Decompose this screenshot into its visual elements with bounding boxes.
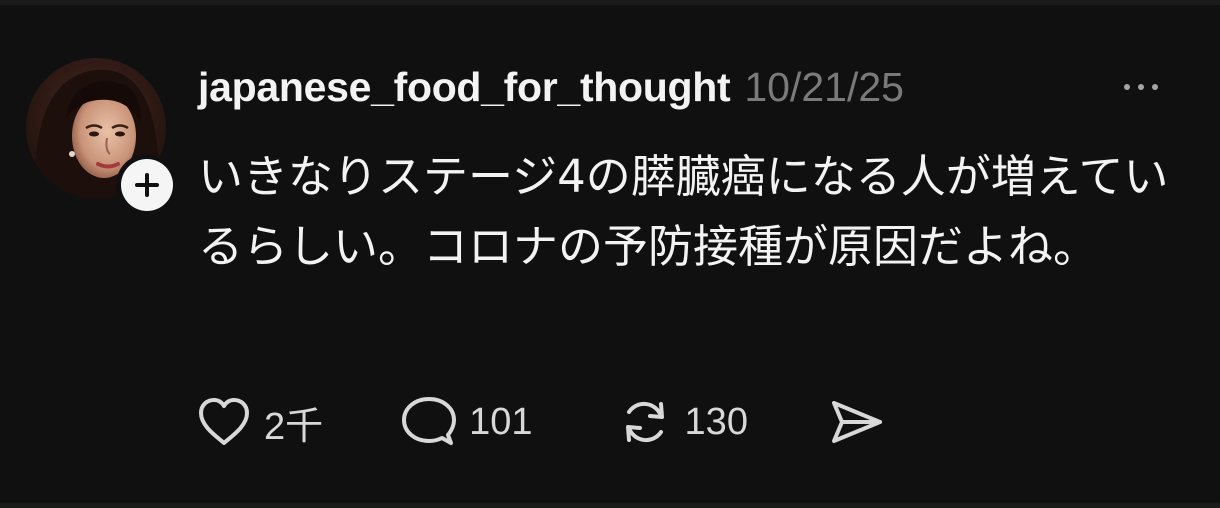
share-button[interactable] bbox=[828, 397, 884, 447]
more-horizontal-icon bbox=[1124, 84, 1130, 90]
send-icon bbox=[831, 401, 882, 443]
more-horizontal-icon-dot bbox=[1138, 84, 1144, 90]
reply-button[interactable]: 101 bbox=[401, 395, 533, 449]
plus-icon bbox=[135, 173, 159, 197]
repost-icon bbox=[625, 401, 664, 443]
speech-bubble-icon bbox=[402, 397, 457, 445]
heart-icon bbox=[199, 398, 249, 445]
post-header: japanese_food_for_thought 10/21/25 bbox=[198, 62, 904, 112]
follow-button[interactable] bbox=[116, 154, 178, 216]
like-count: 2千 bbox=[264, 405, 324, 448]
follow-button-circle[interactable] bbox=[121, 159, 173, 211]
username[interactable]: japanese_food_for_thought bbox=[198, 64, 731, 111]
post-actions: 2千 101 130 bbox=[196, 392, 884, 452]
post[interactable]: japanese_food_for_thought 10/21/25 いきなりス… bbox=[0, 0, 1220, 508]
repost-button[interactable]: 130 bbox=[617, 394, 748, 450]
reply-count: 101 bbox=[469, 400, 533, 443]
more-horizontal-icon-dot bbox=[1152, 84, 1158, 90]
more-options-button[interactable] bbox=[1112, 70, 1170, 104]
post-text: いきなりステージ4の膵臓癌になる人が増えているらしい。コロナの予防接種が原因だよ… bbox=[198, 150, 1169, 273]
repost-count: 130 bbox=[684, 400, 748, 443]
like-button[interactable]: 2千 bbox=[196, 395, 323, 450]
timestamp[interactable]: 10/21/25 bbox=[744, 64, 904, 111]
bottom-divider bbox=[0, 503, 1220, 508]
